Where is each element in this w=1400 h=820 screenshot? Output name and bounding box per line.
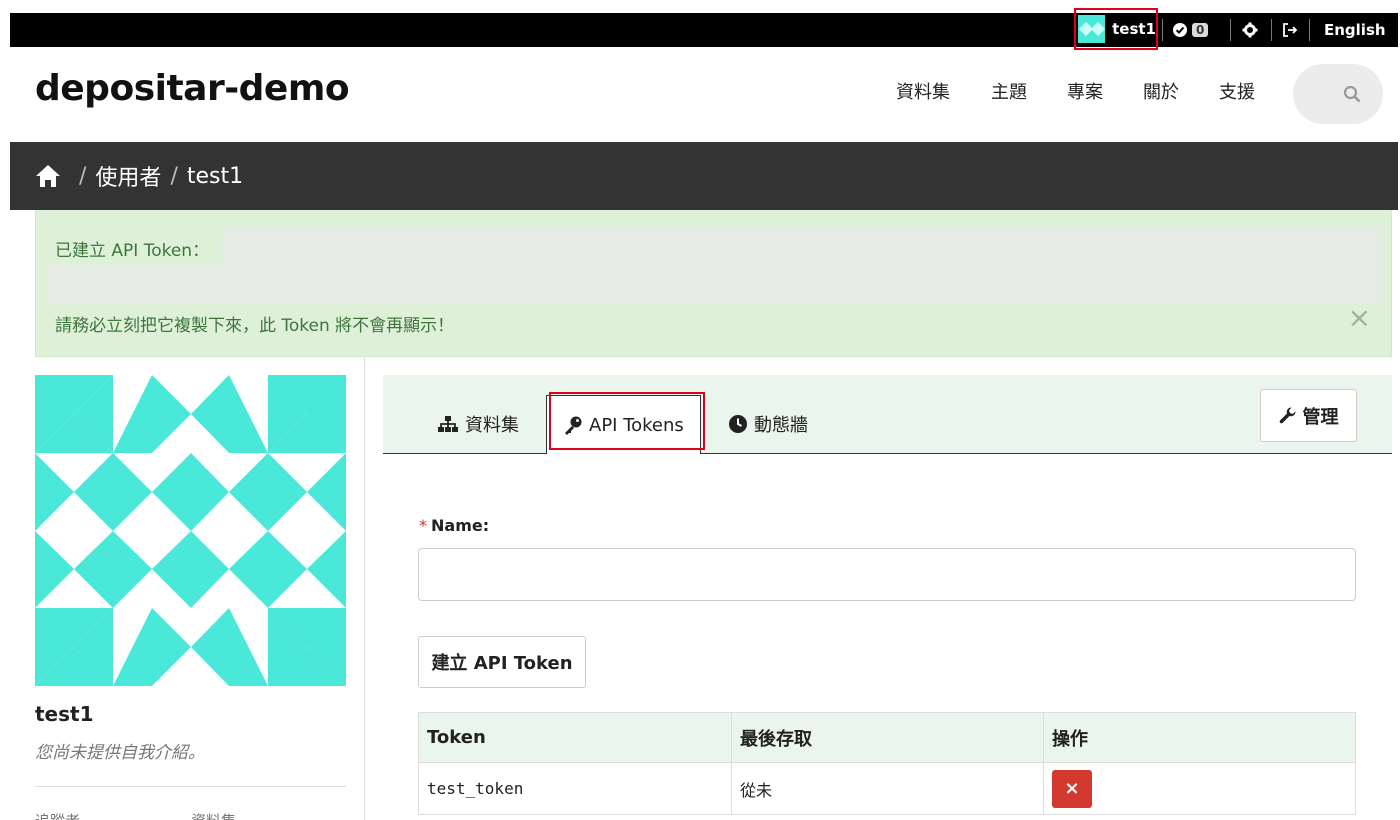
token-value-box[interactable] xyxy=(221,227,1381,265)
manage-button[interactable]: 管理 xyxy=(1260,389,1357,442)
account-user-link[interactable]: test1 xyxy=(1074,8,1158,50)
close-icon: × xyxy=(1064,778,1080,799)
settings-link[interactable] xyxy=(1242,13,1258,47)
table-header-row: Token 最後存取 操作 xyxy=(418,712,1356,763)
breadcrumb: / 使用者 / test1 xyxy=(10,142,1398,210)
column-header-last-access: 最後存取 xyxy=(731,712,1044,763)
tab-api-tokens-label: API Tokens xyxy=(589,414,684,436)
token-name-cell: test_token xyxy=(418,762,732,815)
sign-out-icon xyxy=(1283,23,1298,37)
nav-item-themes[interactable]: 主題 xyxy=(991,78,1027,104)
column-header-actions: 操作 xyxy=(1043,712,1356,763)
divider xyxy=(1309,19,1310,41)
home-icon[interactable] xyxy=(34,163,62,189)
alert-warning-text: 請務必立刻把它複製下來，此 Token 將不會再顯示！ xyxy=(55,316,455,336)
user-content-panel: 資料集 API Tokens 動態牆 管理 * Name: 建立 API Toke… xyxy=(383,375,1392,820)
notifications-count-badge: 0 xyxy=(1192,23,1209,37)
datasets-stat-label: 資料集 xyxy=(191,810,236,820)
token-value-box[interactable] xyxy=(47,265,1381,303)
breadcrumb-separator: / xyxy=(170,163,178,189)
wrench-icon xyxy=(1279,406,1296,423)
tab-activity[interactable]: 動態牆 xyxy=(728,395,808,453)
nav-item-support[interactable]: 支援 xyxy=(1219,78,1255,104)
clock-icon xyxy=(729,415,747,433)
search-button[interactable] xyxy=(1293,64,1383,124)
account-username: test1 xyxy=(1112,20,1156,38)
nav-item-datasets[interactable]: 資料集 xyxy=(896,78,950,104)
breadcrumb-current-user[interactable]: test1 xyxy=(187,164,243,189)
user-identicon xyxy=(35,375,346,686)
token-created-alert: 已建立 API Token： 請務必立刻把它複製下來，此 Token 將不會再顯… xyxy=(35,210,1392,357)
divider xyxy=(1162,19,1163,41)
tab-datasets[interactable]: 資料集 xyxy=(437,395,519,453)
close-icon[interactable]: × xyxy=(1348,304,1371,332)
divider xyxy=(383,453,1392,454)
last-access-cell: 從未 xyxy=(731,762,1044,815)
logout-link[interactable] xyxy=(1282,13,1298,47)
token-name-input[interactable] xyxy=(418,548,1356,601)
sitemap-icon xyxy=(438,416,458,432)
required-marker: * xyxy=(419,516,427,535)
profile-name: test1 xyxy=(35,702,94,726)
name-field-label: * Name: xyxy=(419,516,489,535)
tab-api-tokens[interactable]: API Tokens xyxy=(546,395,701,454)
table-row: test_token 從未 × xyxy=(418,762,1356,815)
tab-activity-label: 動態牆 xyxy=(754,415,808,436)
gear-icon xyxy=(1242,22,1258,38)
alert-token-label: 已建立 API Token： xyxy=(55,241,210,261)
nav-item-about[interactable]: 關於 xyxy=(1143,78,1179,104)
divider xyxy=(35,786,346,787)
name-label-text: Name: xyxy=(431,516,490,535)
breadcrumb-separator: / xyxy=(79,163,87,189)
tab-bar xyxy=(383,375,1392,454)
notifications-link[interactable]: 0 xyxy=(1172,13,1209,47)
column-header-token: Token xyxy=(418,712,732,763)
search-icon xyxy=(1343,85,1361,103)
nav-item-projects[interactable]: 專案 xyxy=(1067,78,1103,104)
api-tokens-table: Token 最後存取 操作 test_token 從未 × xyxy=(418,712,1356,815)
divider xyxy=(1230,19,1231,41)
divider xyxy=(1271,19,1272,41)
profile-bio: 您尚未提供自我介紹。 xyxy=(35,743,205,763)
language-link[interactable]: English xyxy=(1324,13,1386,47)
user-avatar xyxy=(1078,15,1106,43)
tab-datasets-label: 資料集 xyxy=(465,415,519,436)
followers-stat-label: 追蹤者 xyxy=(35,810,80,820)
create-api-token-button[interactable]: 建立 API Token xyxy=(418,636,586,688)
site-title[interactable]: depositar-demo xyxy=(35,68,350,109)
key-icon xyxy=(565,416,582,435)
actions-cell: × xyxy=(1043,762,1356,815)
divider xyxy=(364,357,365,820)
revoke-token-button[interactable]: × xyxy=(1052,769,1092,808)
breadcrumb-users[interactable]: 使用者 xyxy=(95,160,161,192)
manage-button-label: 管理 xyxy=(1302,406,1339,428)
check-circle-icon xyxy=(1173,23,1187,37)
